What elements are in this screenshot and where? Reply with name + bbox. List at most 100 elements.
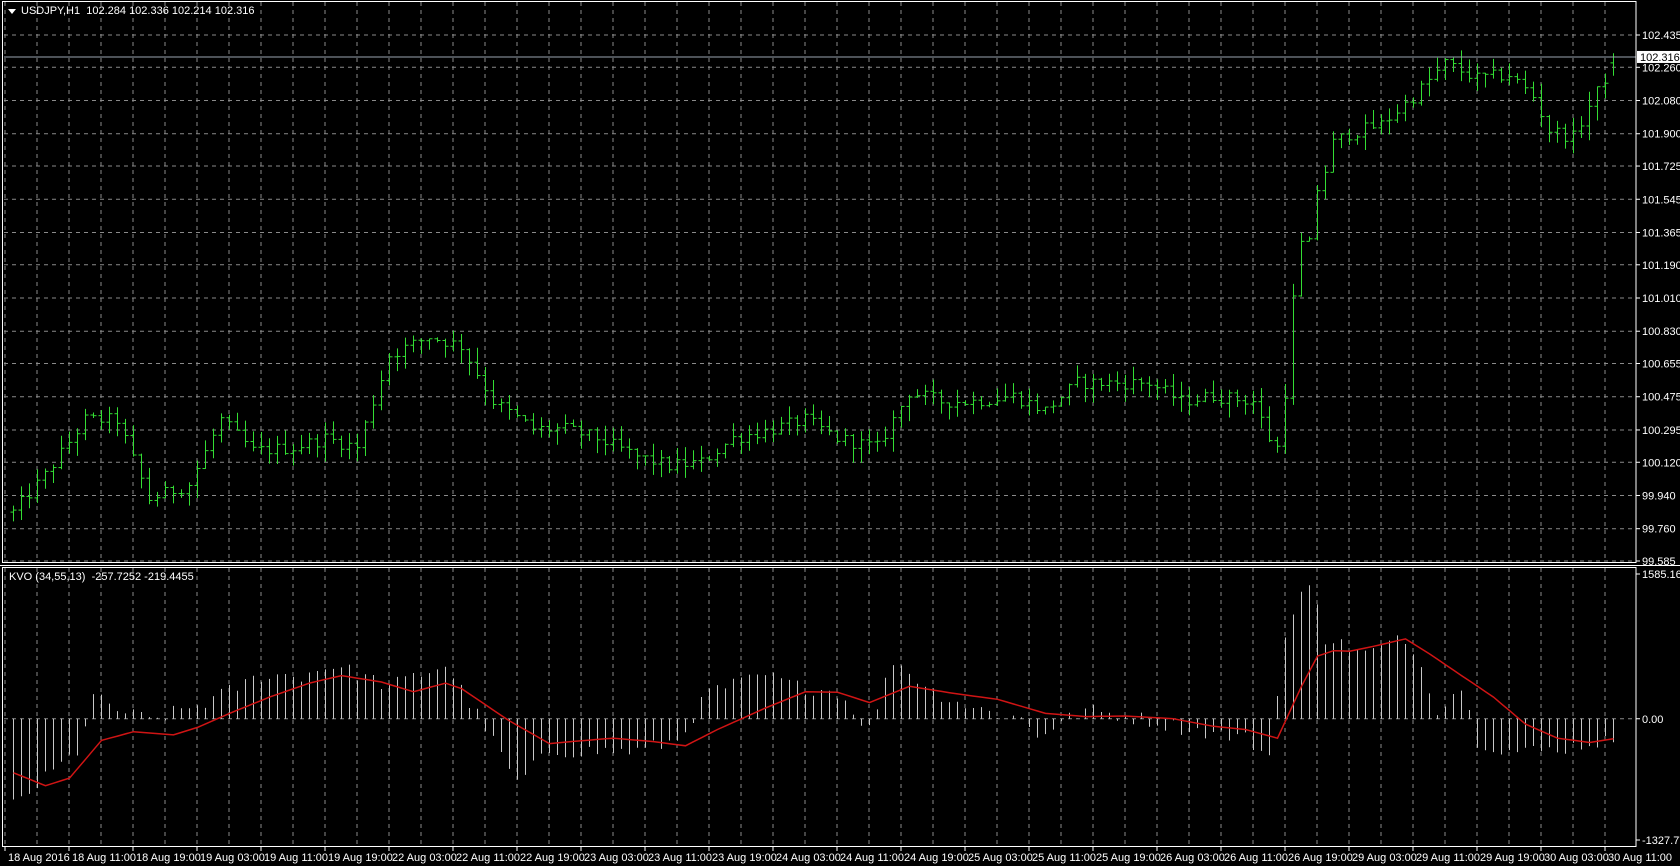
price-bar [1362,114,1369,151]
price-bar [330,421,337,444]
price-bar [1378,114,1385,135]
time-tick-label: 19 Aug 19:00 [328,852,393,864]
price-bar [954,389,961,417]
price-tick-label: 101.365 [1642,227,1680,239]
time-tick-label: 24 Aug 11:00 [840,852,904,864]
indicator-name: KVO (34,55,13) [9,571,86,583]
price-bar [1010,383,1017,404]
price-bar [306,432,313,454]
price-bar [1274,436,1281,453]
price-bar [554,423,561,445]
price-bar [1266,406,1273,443]
price-bar [1482,72,1489,88]
time-tick-label: 18 Aug 11:00 [72,852,136,864]
price-bar [1242,394,1249,415]
price-bar [938,389,945,414]
time-tick-label: 26 Aug 19:00 [1288,852,1353,864]
price-bar [1338,133,1345,149]
price-bar [698,445,705,472]
price-bar [50,464,57,484]
price-bar [1194,394,1201,407]
price-bar [1586,91,1593,141]
price-bar [1546,114,1553,143]
price-bar [74,428,81,456]
price-bar [1602,73,1609,99]
price-bar [1098,377,1105,391]
price-bar [42,468,49,489]
price-bar [842,428,849,447]
price-bar [394,348,401,372]
price-bar [1538,83,1545,128]
price-bar [1434,57,1441,82]
price-bar [194,460,201,498]
price-bar [1050,400,1057,414]
price-bar [354,433,361,462]
price-tick-label: 100.655 [1642,359,1680,371]
price-bar [1258,387,1265,429]
time-tick-label: 19 Aug 03:00 [200,852,265,864]
price-bar [386,353,393,386]
chart-canvas[interactable]: 102.435 102.260 102.080 101.900 101.725 101.5… [0,0,1680,866]
price-bar [722,443,729,459]
price-bar [890,410,897,452]
price-bar [802,408,809,433]
price-bar [146,467,153,505]
price-bar [298,434,305,455]
price-bar [1106,373,1113,393]
price-bar [210,428,217,459]
price-bar [642,455,649,466]
price-bar [82,408,89,441]
dropdown-triangle-icon[interactable] [8,8,16,14]
price-bar [1530,81,1537,102]
price-bar [714,448,721,467]
price-bar [18,486,25,521]
price-bar [466,348,473,376]
time-tick-label: 29 Aug 11:00 [1416,852,1480,864]
price-bar [1418,80,1425,106]
price-bar [154,491,161,507]
price-bar [754,422,761,445]
price-tick-label: 100.295 [1642,425,1680,437]
price-bar [1138,377,1145,392]
time-tick-label: 22 Aug 19:00 [520,852,585,864]
time-tick-label: 18 Aug 2016 [8,852,70,864]
price-tick-label: 101.190 [1642,260,1680,272]
price-bar [418,338,425,354]
price-bar [762,419,769,443]
price-bar [1066,383,1073,406]
price-bar [578,420,585,449]
price-bar [650,443,657,475]
time-tick-label: 22 Aug 03:00 [392,852,457,864]
time-tick-label: 23 Aug 03:00 [584,852,649,864]
price-bar [1522,70,1529,94]
price-tick-label: 102.435 [1642,30,1680,42]
price-bar [1490,58,1497,79]
time-tick-label: 23 Aug 11:00 [648,852,712,864]
price-bar [946,402,953,420]
price-tick-label: 99.940 [1642,490,1676,502]
price-bar [594,427,601,454]
price-bar [930,379,937,405]
price-bar [1562,123,1569,149]
price-bar [1450,57,1457,72]
price-bar [1410,97,1417,108]
price-bar [346,433,353,460]
price-tick-label: 101.725 [1642,161,1680,173]
price-bar [1226,389,1233,418]
price-bar [530,413,537,435]
price-bar [1458,50,1465,82]
current-price-label: 102.316 [1640,52,1680,64]
time-tick-label: 30 Aug 03:00 [1544,852,1609,864]
price-bar [1394,104,1401,123]
symbol-label: USDJPY,H1 [21,5,81,17]
price-bar [634,448,641,470]
price-bar [322,422,329,462]
time-tick-label: 25 Aug 19:00 [1096,852,1161,864]
price-bar [922,384,929,405]
time-tick-label: 26 Aug 03:00 [1160,852,1225,864]
price-bar [490,379,497,410]
kvo-tick-label: -1327.779 [1642,835,1680,847]
time-tick-label: 25 Aug 11:00 [1032,852,1096,864]
chart-header: USDJPY,H1 102.284 102.336 102.214 102.31… [8,5,254,17]
kvo-tick-label: 0.00 [1642,714,1663,726]
